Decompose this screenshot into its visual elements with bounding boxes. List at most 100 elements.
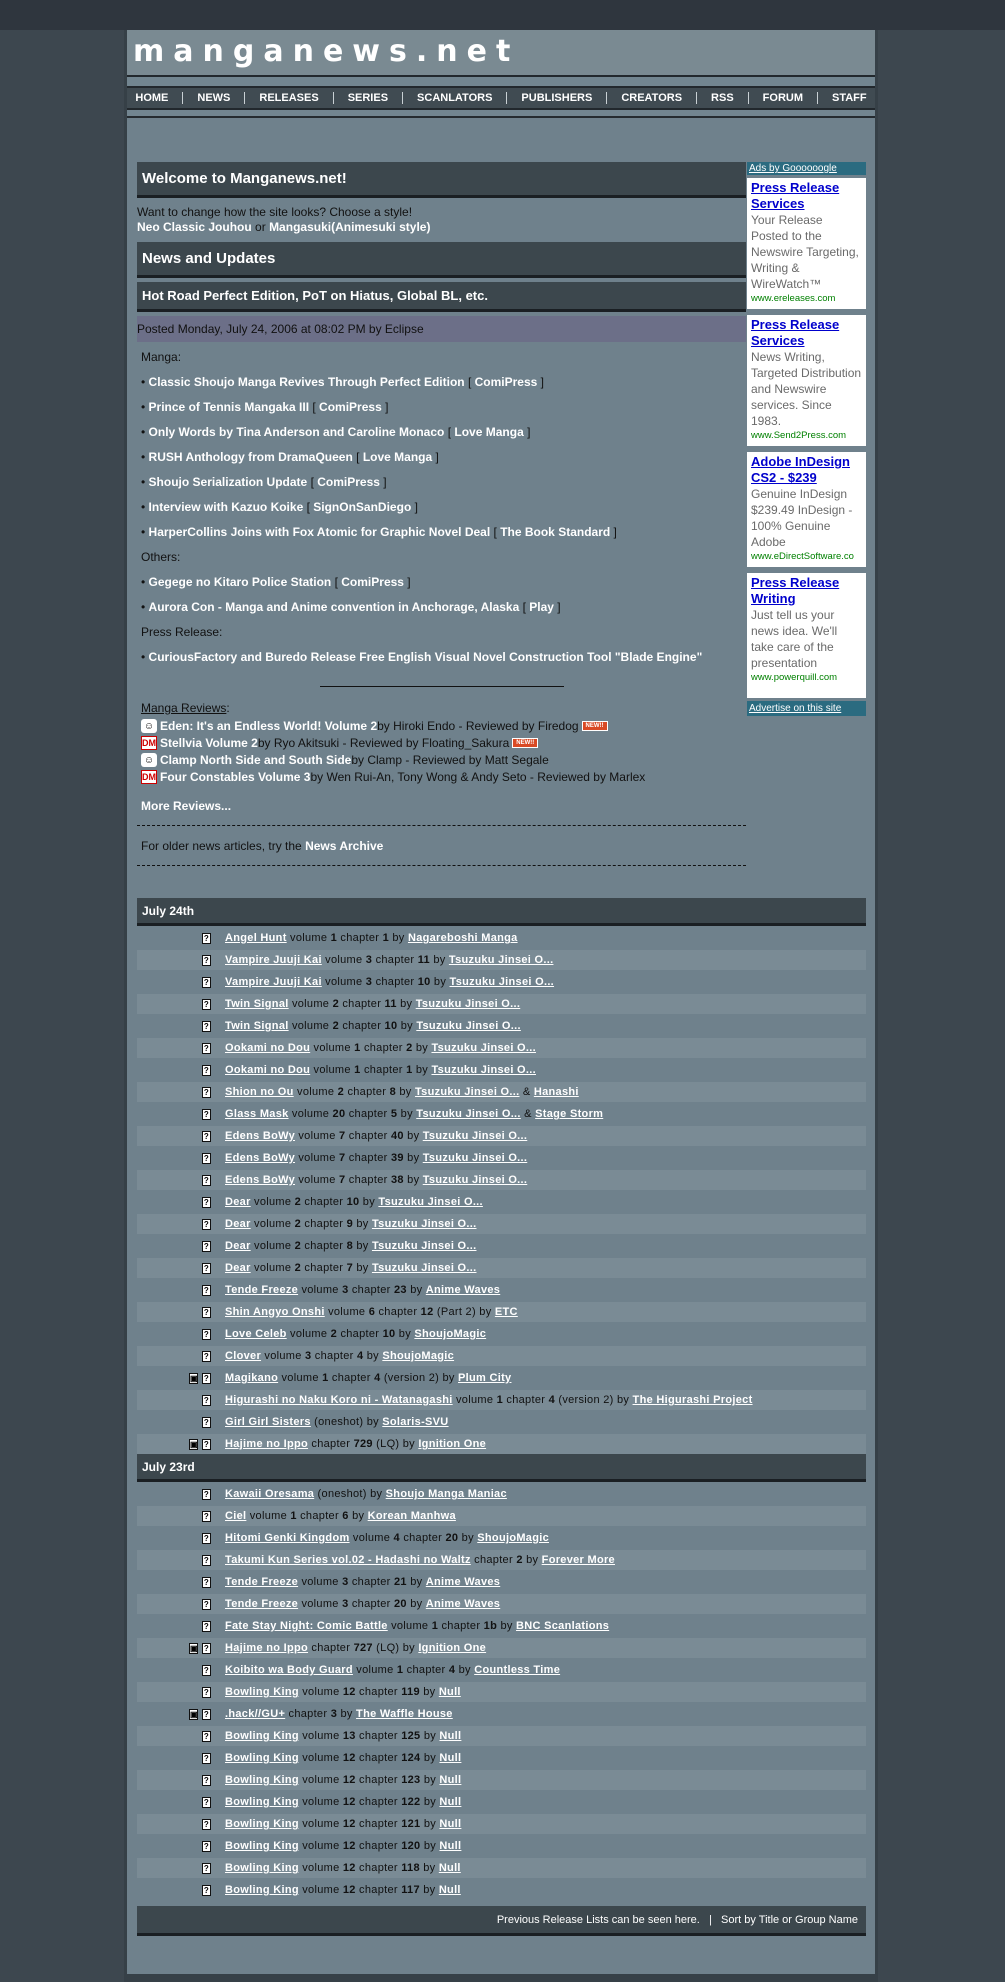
group-link[interactable]: Hanashi — [534, 1086, 579, 1098]
series-link[interactable]: Bowling King — [225, 1840, 299, 1852]
news-source-link[interactable]: ComiPress — [341, 575, 404, 589]
group-link[interactable]: ShoujoMagic — [414, 1328, 486, 1340]
group-link[interactable]: ETC — [495, 1306, 518, 1318]
info-icon[interactable]: ? — [202, 1643, 211, 1654]
series-link[interactable]: Clover — [225, 1350, 261, 1362]
news-source-link[interactable]: ComiPress — [319, 400, 382, 414]
preview-icon[interactable]: ▣ — [189, 1643, 198, 1654]
series-link[interactable]: Koibito wa Body Guard — [225, 1664, 353, 1676]
series-link[interactable]: Ciel — [225, 1510, 246, 1522]
site-logo[interactable]: manganews.net — [133, 34, 519, 69]
info-icon[interactable]: ? — [202, 955, 211, 966]
info-icon[interactable]: ? — [202, 1263, 211, 1274]
info-icon[interactable]: ? — [202, 1775, 211, 1786]
series-link[interactable]: Hajime no Ippo — [225, 1642, 308, 1654]
series-link[interactable]: Kawaii Oresama — [225, 1488, 314, 1500]
news-item-link[interactable]: Aurora Con - Manga and Anime convention … — [149, 600, 520, 614]
ad-url[interactable]: www.eDirectSoftware.co — [751, 550, 863, 563]
review-title-link[interactable]: Stellvia Volume 2 — [160, 736, 258, 750]
group-link[interactable]: Tsuzuku Jinsei O... — [416, 1108, 521, 1120]
series-link[interactable]: Shion no Ou — [225, 1086, 294, 1098]
group-link[interactable]: ShoujoMagic — [477, 1532, 549, 1544]
preview-icon[interactable]: ▣ — [189, 1439, 198, 1450]
nav-staff[interactable]: STAFF — [818, 92, 881, 104]
news-item-link[interactable]: Prince of Tennis Mangaka III — [149, 400, 309, 414]
group-link[interactable]: Tsuzuku Jinsei O... — [372, 1218, 477, 1230]
review-title-link[interactable]: Clamp North Side and South Side — [160, 753, 351, 767]
group-link[interactable]: Tsuzuku Jinsei O... — [423, 1174, 528, 1186]
reviews-label[interactable]: Manga Reviews — [141, 701, 226, 715]
info-icon[interactable]: ? — [202, 1329, 211, 1340]
series-link[interactable]: Dear — [225, 1262, 251, 1274]
news-source-link[interactable]: The Book Standard — [500, 525, 610, 539]
series-link[interactable]: Bowling King — [225, 1752, 299, 1764]
nav-releases[interactable]: RELEASES — [245, 92, 334, 104]
nav-forum[interactable]: FORUM — [749, 92, 818, 104]
style-link-classic[interactable]: Classic Jouhou — [163, 220, 252, 234]
group-link[interactable]: Null — [439, 1686, 461, 1698]
sort-link[interactable]: Sort by Title or Group Name — [721, 1914, 858, 1926]
info-icon[interactable]: ? — [202, 1511, 211, 1522]
group-link[interactable]: Tsuzuku Jinsei O... — [423, 1130, 528, 1142]
nav-news[interactable]: NEWS — [183, 92, 246, 104]
ads-by-google[interactable]: Ads by Goooooogle — [747, 162, 866, 175]
news-item-link[interactable]: RUSH Anthology from DramaQueen — [149, 450, 353, 464]
series-link[interactable]: Edens BoWy — [225, 1174, 295, 1186]
group-link[interactable]: Forever More — [542, 1554, 615, 1566]
group-link[interactable]: BNC Scanlations — [516, 1620, 609, 1632]
series-link[interactable]: Tende Freeze — [225, 1284, 298, 1296]
group-link[interactable]: Ignition One — [418, 1438, 486, 1450]
news-item-link[interactable]: CuriousFactory and Buredo Release Free E… — [149, 650, 703, 664]
info-icon[interactable]: ? — [202, 1197, 211, 1208]
ad-url[interactable]: www.ereleases.com — [751, 292, 863, 305]
group-link[interactable]: The Higurashi Project — [633, 1394, 753, 1406]
group-link[interactable]: Anime Waves — [426, 1284, 500, 1296]
news-item-link[interactable]: Shoujo Serialization Update — [149, 475, 308, 489]
group-link[interactable]: Tsuzuku Jinsei O... — [416, 1020, 521, 1032]
group-link[interactable]: Plum City — [458, 1372, 511, 1384]
news-item-link[interactable]: Interview with Kazuo Koike — [149, 500, 304, 514]
series-link[interactable]: Dear — [225, 1240, 251, 1252]
series-link[interactable]: Bowling King — [225, 1730, 299, 1742]
group-link[interactable]: Tsuzuku Jinsei O... — [416, 998, 521, 1010]
news-source-link[interactable]: ComiPress — [317, 475, 380, 489]
info-icon[interactable]: ? — [202, 1687, 211, 1698]
news-source-link[interactable]: Love Manga — [454, 425, 523, 439]
info-icon[interactable]: ? — [202, 1577, 211, 1588]
series-link[interactable]: Bowling King — [225, 1686, 299, 1698]
series-link[interactable]: Twin Signal — [225, 1020, 289, 1032]
style-link-mangasuki[interactable]: Mangasuki(Animesuki style) — [269, 220, 430, 234]
news-item-link[interactable]: HarperCollins Joins with Fox Atomic for … — [149, 525, 491, 539]
group-link[interactable]: Tsuzuku Jinsei O... — [372, 1262, 477, 1274]
group-link[interactable]: Solaris-SVU — [382, 1416, 448, 1428]
group-link[interactable]: Null — [439, 1730, 461, 1742]
previous-lists-link[interactable]: Previous Release Lists can be seen here. — [497, 1914, 700, 1926]
info-icon[interactable]: ? — [202, 1153, 211, 1164]
series-link[interactable]: Twin Signal — [225, 998, 289, 1010]
ad-title-link[interactable]: Press Release Services — [751, 180, 863, 212]
info-icon[interactable]: ? — [202, 1417, 211, 1428]
info-icon[interactable]: ? — [202, 1797, 211, 1808]
info-icon[interactable]: ? — [202, 1021, 211, 1032]
series-link[interactable]: Dear — [225, 1196, 251, 1208]
series-link[interactable]: Ookami no Dou — [225, 1042, 310, 1054]
group-link[interactable]: Null — [439, 1862, 461, 1874]
advertise-link[interactable]: Advertise on this site — [747, 701, 866, 716]
group-link[interactable]: Countless Time — [474, 1664, 560, 1676]
series-link[interactable]: Magikano — [225, 1372, 278, 1384]
info-icon[interactable]: ? — [202, 1819, 211, 1830]
info-icon[interactable]: ? — [202, 1885, 211, 1896]
info-icon[interactable]: ? — [202, 1395, 211, 1406]
info-icon[interactable]: ? — [202, 933, 211, 944]
series-link[interactable]: Fate Stay Night: Comic Battle — [225, 1620, 388, 1632]
group-link[interactable]: Null — [439, 1752, 461, 1764]
nav-creators[interactable]: CREATORS — [607, 92, 698, 104]
group-link[interactable]: ShoujoMagic — [382, 1350, 454, 1362]
group-link[interactable]: Null — [439, 1840, 461, 1852]
review-title-link[interactable]: Four Constables Volume 3 — [160, 770, 310, 784]
series-link[interactable]: Edens BoWy — [225, 1152, 295, 1164]
news-archive-link[interactable]: News Archive — [305, 839, 383, 853]
info-icon[interactable]: ? — [202, 1665, 211, 1676]
series-link[interactable]: Takumi Kun Series vol.02 - Hadashi no Wa… — [225, 1554, 471, 1566]
info-icon[interactable]: ? — [202, 1753, 211, 1764]
